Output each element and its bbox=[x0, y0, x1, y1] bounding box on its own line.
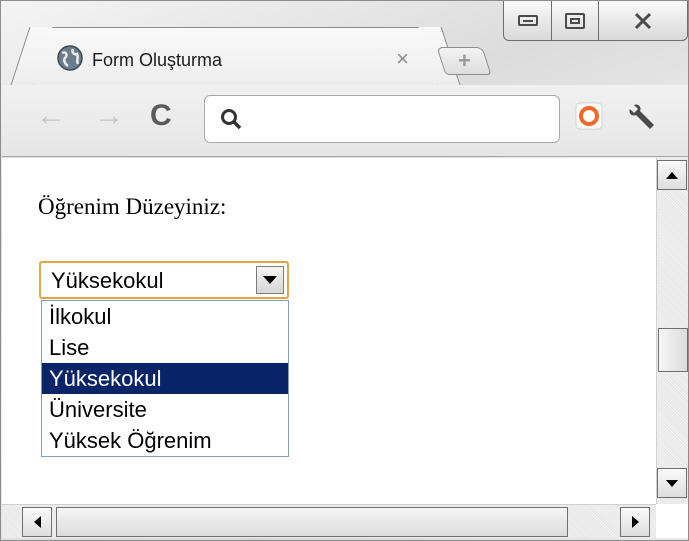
extension-icon[interactable] bbox=[574, 101, 604, 131]
browser-tab[interactable]: Form Oluşturma × bbox=[33, 27, 438, 85]
address-bar[interactable] bbox=[204, 95, 560, 143]
chevron-down-icon bbox=[263, 276, 277, 284]
plus-icon: + bbox=[457, 48, 471, 73]
maximize-button[interactable] bbox=[552, 1, 599, 41]
vertical-scrollbar[interactable] bbox=[656, 158, 688, 504]
browser-toolbar: ← → C bbox=[2, 85, 688, 157]
option-lise[interactable]: Lise bbox=[42, 332, 288, 363]
arrow-up-icon bbox=[666, 171, 678, 179]
scroll-down-button[interactable] bbox=[657, 468, 687, 498]
wrench-icon[interactable] bbox=[626, 99, 660, 133]
horizontal-scrollbar[interactable] bbox=[2, 504, 656, 538]
scroll-right-button[interactable] bbox=[620, 507, 650, 537]
scroll-up-button[interactable] bbox=[657, 160, 687, 190]
select-current-value: Yüksekokul bbox=[51, 268, 164, 293]
select-options-list: İlkokul Lise Yüksekokul Üniversite Yükse… bbox=[41, 300, 289, 457]
option-yuksek-ogrenim[interactable]: Yüksek Öğrenim bbox=[42, 425, 288, 456]
new-tab-button[interactable]: + bbox=[436, 47, 492, 75]
window-controls bbox=[503, 1, 689, 41]
horizontal-scroll-thumb[interactable] bbox=[56, 507, 568, 537]
close-window-button[interactable] bbox=[599, 1, 688, 41]
back-button[interactable]: ← bbox=[36, 101, 66, 131]
tab-title: Form Oluşturma bbox=[92, 50, 223, 70]
search-icon bbox=[221, 109, 242, 130]
arrow-down-icon bbox=[666, 479, 678, 487]
option-ilkokul[interactable]: İlkokul bbox=[42, 301, 288, 332]
scrollbar-corner bbox=[656, 504, 688, 538]
tab-close-icon[interactable]: × bbox=[396, 46, 409, 72]
arrow-right-icon bbox=[631, 516, 639, 528]
education-level-label: Öğrenim Düzeyiniz: bbox=[38, 194, 227, 219]
page-globe-icon bbox=[57, 45, 83, 71]
close-icon bbox=[634, 12, 652, 29]
forward-button[interactable]: → bbox=[94, 101, 124, 131]
select-dropdown-button[interactable] bbox=[256, 266, 284, 294]
arrow-left-icon bbox=[33, 516, 41, 528]
reload-button[interactable]: C bbox=[150, 101, 172, 131]
option-universite[interactable]: Üniversite bbox=[42, 394, 288, 425]
minimize-button[interactable] bbox=[503, 1, 552, 41]
scroll-left-button[interactable] bbox=[22, 507, 52, 537]
browser-window: Form Oluşturma × + ← → C Öğrenim Düzeyin… bbox=[0, 0, 689, 541]
minimize-icon bbox=[517, 15, 538, 26]
education-level-select[interactable]: Yüksekokul bbox=[39, 261, 289, 299]
vertical-scroll-thumb[interactable] bbox=[658, 328, 688, 372]
page-content: Öğrenim Düzeyiniz: Yüksekokul İlkokul Li… bbox=[2, 158, 656, 504]
option-yuksekokul[interactable]: Yüksekokul bbox=[42, 363, 288, 394]
maximize-icon bbox=[565, 12, 585, 29]
